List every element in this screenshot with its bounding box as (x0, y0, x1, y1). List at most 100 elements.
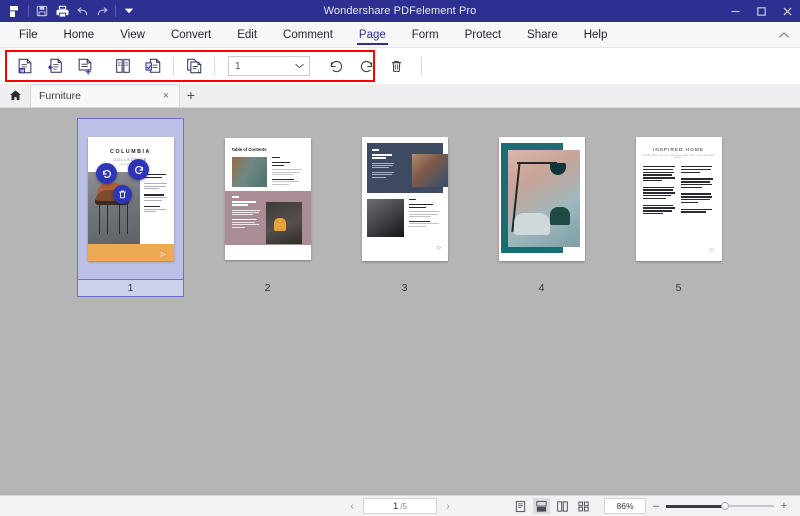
page-boxes-button[interactable] (11, 53, 39, 79)
insert-page-button[interactable] (41, 53, 69, 79)
menu-item-comment[interactable]: Comment (270, 22, 346, 48)
menu-item-file[interactable]: File (6, 22, 51, 48)
thumbnail-number-2: 2 (264, 282, 271, 294)
page-range-select[interactable]: 1 (228, 56, 310, 76)
thumbnail-page-2[interactable]: Table of Contents 2 (199, 118, 336, 297)
continuous-view-button[interactable] (533, 498, 550, 514)
thumbnail-frame-2[interactable]: Table of Contents (214, 118, 321, 280)
next-page-button[interactable]: › (441, 501, 455, 512)
document-tab-furniture[interactable]: Furniture × (30, 84, 180, 107)
facing-view-button[interactable] (554, 498, 571, 514)
page5-title: INSPIRED HOME (652, 147, 705, 152)
page-navigation: ‹ 1 /5 › (345, 498, 455, 514)
rotate-right-button[interactable] (352, 53, 380, 79)
document-tab-label: Furniture (39, 90, 82, 102)
page-organize-group (108, 53, 168, 79)
page-preview-5: INSPIRED HOME FURNITURE, DECOR, DESIGN I… (635, 137, 722, 261)
thumbnail-frame-1[interactable]: COLUMBIA COLLECTIVE INTERIOR 2021 (77, 118, 184, 280)
app-logo-icon[interactable] (5, 1, 25, 21)
thumbnail-number-3: 3 (401, 282, 408, 294)
zoom-slider-fill (666, 504, 726, 508)
zoom-in-button[interactable]: + (778, 500, 790, 512)
ribbon-divider-1 (173, 57, 174, 75)
zoom-slider[interactable] (666, 498, 774, 514)
thumbnail-frame-3[interactable]: ▷ (351, 118, 458, 280)
page2-row-1 (225, 152, 311, 187)
page-preview-2: Table of Contents (224, 138, 311, 260)
menu-item-share[interactable]: Share (514, 22, 571, 48)
single-page-view-button[interactable] (512, 498, 529, 514)
redo-icon[interactable] (92, 1, 112, 21)
print-icon[interactable] (52, 1, 72, 21)
page-preview-3: ▷ (361, 137, 448, 261)
thumb-rotate-left-button[interactable] (96, 163, 117, 184)
title-bar: Wondershare PDFelement Pro (0, 0, 800, 22)
collapse-ribbon-icon[interactable] (778, 22, 790, 48)
new-tab-button[interactable]: + (180, 83, 202, 107)
split-page-button[interactable] (109, 53, 137, 79)
thumbnail-row: COLUMBIA COLLECTIVE INTERIOR 2021 (0, 108, 800, 297)
thumbnail-number-1: 1 (77, 280, 184, 297)
thumbnail-page-3[interactable]: ▷ 3 (336, 118, 473, 297)
svg-text:1: 1 (197, 68, 200, 74)
window-controls (722, 0, 800, 22)
page3-texture-photo (366, 199, 404, 237)
page5-column-right (681, 166, 715, 216)
minimize-button[interactable] (722, 0, 748, 22)
thumbnail-number-5: 5 (675, 282, 682, 294)
menu-item-page[interactable]: Page (346, 22, 399, 48)
delete-page-button[interactable] (382, 53, 410, 79)
page-edit-group (10, 53, 100, 79)
page-thumbnail-canvas[interactable]: COLUMBIA COLLECTIVE INTERIOR 2021 (0, 108, 800, 495)
view-controls: 86% – + (512, 498, 800, 514)
extract-page-button[interactable] (139, 53, 167, 79)
thumbnail-frame-5[interactable]: INSPIRED HOME FURNITURE, DECOR, DESIGN I… (625, 118, 732, 280)
page5-subtitle: FURNITURE, DECOR, DESIGN IDEAS FOR YOUR … (642, 155, 715, 159)
home-tab-icon[interactable] (0, 83, 30, 107)
close-tab-icon[interactable]: × (161, 90, 171, 102)
thumbnail-page-4[interactable]: 4 (473, 118, 610, 297)
page2-text-column (271, 157, 304, 187)
save-icon[interactable] (32, 1, 52, 21)
menu-item-view[interactable]: View (107, 22, 158, 48)
page3-navy-block (366, 143, 448, 193)
menu-item-convert[interactable]: Convert (158, 22, 224, 48)
page2-color-band (224, 191, 311, 245)
undo-icon[interactable] (72, 1, 92, 21)
zoom-level-input[interactable]: 86% (604, 498, 646, 514)
replace-page-button[interactable]: 1 (180, 53, 208, 79)
status-bar: ‹ 1 /5 › 86% – + (0, 495, 800, 516)
rotate-left-button[interactable] (322, 53, 350, 79)
page2-title: Table of Contents (231, 147, 267, 152)
page-ribbon-toolbar: 1 1 (0, 48, 800, 84)
thumb-rotate-right-button[interactable] (128, 159, 149, 180)
menu-item-edit[interactable]: Edit (224, 22, 270, 48)
thumb-delete-button[interactable] (113, 185, 132, 204)
menu-item-home[interactable]: Home (51, 22, 108, 48)
menu-item-protect[interactable]: Protect (452, 22, 514, 48)
quick-access-divider (28, 5, 29, 17)
thumbnail-page-5[interactable]: INSPIRED HOME FURNITURE, DECOR, DESIGN I… (610, 118, 747, 297)
zoom-out-button[interactable]: – (650, 500, 662, 512)
quick-access-divider-2 (115, 5, 116, 17)
thumbnail-page-1[interactable]: COLUMBIA COLLECTIVE INTERIOR 2021 (62, 118, 199, 297)
page-range-value: 1 (235, 60, 241, 72)
thumbnail-frame-4[interactable] (488, 118, 595, 280)
maximize-button[interactable] (748, 0, 774, 22)
ribbon-divider-2 (214, 57, 215, 75)
thumbnail-grid-view-button[interactable] (575, 498, 592, 514)
page3-people-photo (411, 154, 448, 187)
menu-item-form[interactable]: Form (399, 22, 452, 48)
previous-page-button[interactable]: ‹ (345, 501, 359, 512)
total-pages-value: /5 (400, 501, 407, 511)
document-tab-bar: Furniture × + (0, 84, 800, 108)
page-number-input[interactable]: 1 /5 (363, 498, 437, 514)
customize-quick-access-icon[interactable] (119, 1, 139, 21)
current-page-value: 1 (393, 500, 399, 512)
zoom-slider-handle[interactable] (721, 502, 730, 510)
add-page-button[interactable] (71, 53, 99, 79)
thumbnail-number-4: 4 (538, 282, 545, 294)
cursor-pointer-icon-3: ▷ (437, 245, 442, 251)
menu-item-help[interactable]: Help (571, 22, 621, 48)
close-button[interactable] (774, 0, 800, 22)
